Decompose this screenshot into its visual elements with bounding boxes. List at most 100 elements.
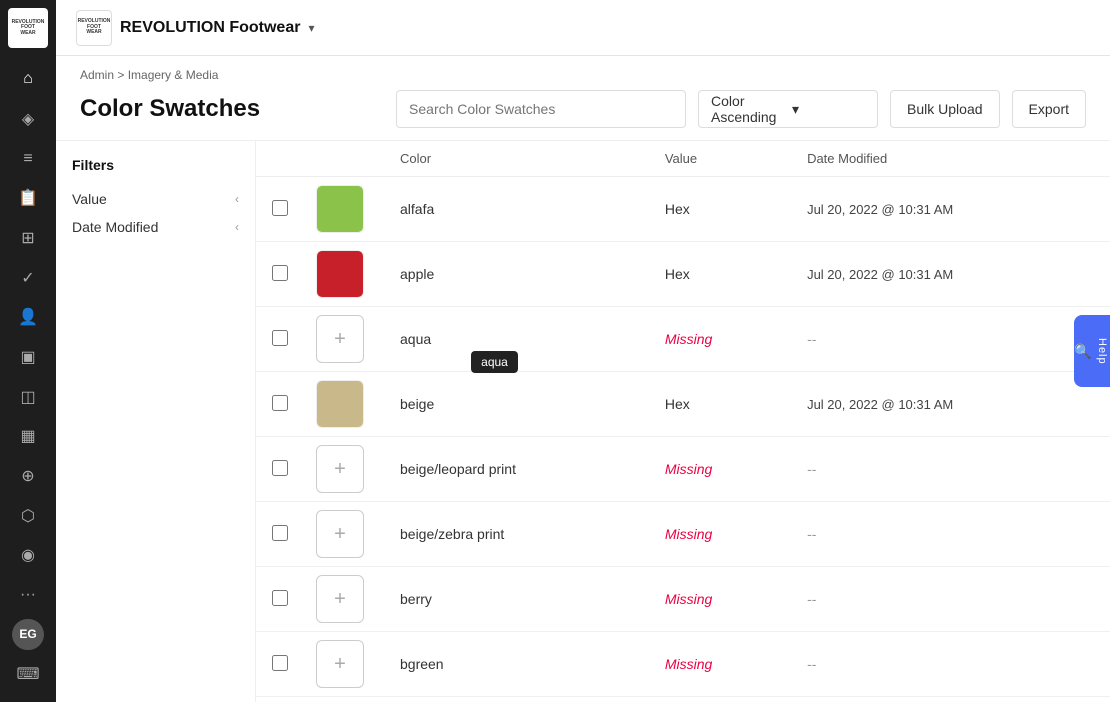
- filter-value[interactable]: Value ‹: [72, 185, 239, 213]
- breadcrumb: Admin > Imagery & Media: [56, 56, 1110, 86]
- date-cell: --: [791, 307, 1110, 372]
- add-swatch-button[interactable]: +: [316, 315, 364, 363]
- row-checkbox[interactable]: [272, 330, 288, 346]
- date-cell: --: [791, 437, 1110, 502]
- filter-value-label: Value: [72, 191, 107, 207]
- add-swatch-button[interactable]: +: [316, 510, 364, 558]
- table-row: + beige/leopard printMissing--: [256, 437, 1110, 502]
- row-checkbox[interactable]: [272, 460, 288, 476]
- date-cell: --: [791, 632, 1110, 697]
- analytics-icon[interactable]: ◫: [10, 379, 46, 415]
- table-row: + berryMissing--: [256, 567, 1110, 632]
- sort-select[interactable]: Color Ascending ▾: [698, 90, 878, 128]
- table-area: Filters Value ‹ Date Modified ‹: [56, 140, 1110, 702]
- add-swatch-button[interactable]: +: [316, 640, 364, 688]
- table-row: appleHexJul 20, 2022 @ 10:31 AM: [256, 242, 1110, 307]
- row-checkbox[interactable]: [272, 395, 288, 411]
- date-cell: Jul 20, 2022 @ 10:31 AM: [791, 242, 1110, 307]
- filters-panel: Filters Value ‹ Date Modified ‹: [56, 141, 256, 702]
- topbar: REVOLUTIONFOOTWEAR REVOLUTION Footwear ▾: [56, 0, 1110, 56]
- row-checkbox[interactable]: [272, 655, 288, 671]
- row-checkbox[interactable]: [272, 590, 288, 606]
- value-cell: Hex: [649, 177, 791, 242]
- breadcrumb-imagery[interactable]: Imagery & Media: [128, 68, 219, 82]
- date-cell: --: [791, 502, 1110, 567]
- breadcrumb-admin[interactable]: Admin: [80, 68, 114, 82]
- color-name: bgreen: [384, 632, 649, 697]
- bulk-upload-button[interactable]: Bulk Upload: [890, 90, 1000, 128]
- sidebar: REVOLUTIONFOOTWEAR ⌂ ◈ ≡ 📋 ⊞ ✓ 👤 ▣ ◫ ▦ ⊕…: [0, 0, 56, 702]
- value-cell: Hex: [649, 372, 791, 437]
- date-cell: --: [791, 567, 1110, 632]
- row-checkbox[interactable]: [272, 525, 288, 541]
- col-checkbox: [256, 141, 304, 177]
- filter-date-label: Date Modified: [72, 219, 158, 235]
- color-name: alfafa: [384, 177, 649, 242]
- tag-icon[interactable]: ◈: [10, 101, 46, 137]
- color-name: apple: [384, 242, 649, 307]
- row-checkbox[interactable]: [272, 265, 288, 281]
- export-button[interactable]: Export: [1012, 90, 1086, 128]
- color-name: aquaaqua: [384, 307, 649, 372]
- color-swatches-table: Color Value Date Modified alfafaHexJul 2…: [256, 141, 1110, 702]
- tooltip: aqua: [471, 351, 518, 373]
- col-swatch: [304, 141, 384, 177]
- content-area: Admin > Imagery & Media Color Swatches C…: [56, 56, 1110, 702]
- keyboard-icon[interactable]: ⌨: [10, 656, 46, 692]
- value-cell: Missing: [649, 632, 791, 697]
- value-cell: Hex: [649, 242, 791, 307]
- value-cell: Missing: [649, 697, 791, 702]
- filter-value-chevron-icon: ‹: [235, 192, 239, 206]
- color-name: black: [384, 697, 649, 702]
- date-cell: Jul 20, 2022 @ 10:31 AM: [791, 372, 1110, 437]
- page-title: Color Swatches: [80, 95, 384, 123]
- sort-chevron-icon: ▾: [792, 101, 865, 118]
- color-name: beige/leopard print: [384, 437, 649, 502]
- help-search-icon: 🔍: [1076, 342, 1092, 360]
- color-name: beige/zebra print: [384, 502, 649, 567]
- table-row: alfafaHexJul 20, 2022 @ 10:31 AM: [256, 177, 1110, 242]
- color-name: berry: [384, 567, 649, 632]
- handshake-icon[interactable]: ⊕: [10, 458, 46, 494]
- filters-title: Filters: [72, 157, 239, 173]
- checkmark-icon[interactable]: ✓: [10, 260, 46, 296]
- table-row: +blackMissing--: [256, 697, 1110, 702]
- search-input[interactable]: [396, 90, 686, 128]
- list-icon[interactable]: ≡: [10, 141, 46, 177]
- value-cell: Missing: [649, 567, 791, 632]
- help-label: Help: [1096, 338, 1108, 365]
- topbar-logo: REVOLUTIONFOOTWEAR: [76, 10, 112, 46]
- add-swatch-button[interactable]: +: [316, 445, 364, 493]
- date-cell: --: [791, 697, 1110, 702]
- value-cell: Missing: [649, 307, 791, 372]
- col-date: Date Modified: [791, 141, 1110, 177]
- value-cell: Missing: [649, 437, 791, 502]
- add-swatch-button[interactable]: +: [316, 575, 364, 623]
- box-icon[interactable]: ▣: [10, 339, 46, 375]
- home-icon[interactable]: ⌂: [10, 62, 46, 98]
- topbar-chevron-icon[interactable]: ▾: [308, 21, 314, 35]
- sort-label: Color Ascending: [711, 93, 784, 125]
- avatar[interactable]: EG: [12, 619, 44, 651]
- bookmark-icon[interactable]: ⊞: [10, 220, 46, 256]
- color-swatch[interactable]: [316, 185, 364, 233]
- table-row: beigeHexJul 20, 2022 @ 10:31 AM: [256, 372, 1110, 437]
- bell-icon[interactable]: ◉: [10, 537, 46, 573]
- main-content: REVOLUTIONFOOTWEAR REVOLUTION Footwear ▾…: [56, 0, 1110, 702]
- label-icon[interactable]: ⬡: [10, 498, 46, 534]
- row-checkbox[interactable]: [272, 200, 288, 216]
- table-wrapper: Color Value Date Modified alfafaHexJul 2…: [256, 141, 1110, 702]
- date-cell: Jul 20, 2022 @ 10:31 AM: [791, 177, 1110, 242]
- filter-date-chevron-icon: ‹: [235, 220, 239, 234]
- help-button[interactable]: Help 🔍: [1074, 315, 1110, 387]
- filter-date-modified[interactable]: Date Modified ‹: [72, 213, 239, 241]
- breadcrumb-separator: >: [117, 68, 127, 82]
- people-icon[interactable]: 👤: [10, 300, 46, 336]
- color-swatch[interactable]: [316, 250, 364, 298]
- more-icon[interactable]: ···: [10, 577, 46, 613]
- table-row: + bgreenMissing--: [256, 632, 1110, 697]
- color-swatch[interactable]: [316, 380, 364, 428]
- bar-chart-icon[interactable]: ▦: [10, 418, 46, 454]
- document-icon[interactable]: 📋: [10, 181, 46, 217]
- value-cell: Missing: [649, 502, 791, 567]
